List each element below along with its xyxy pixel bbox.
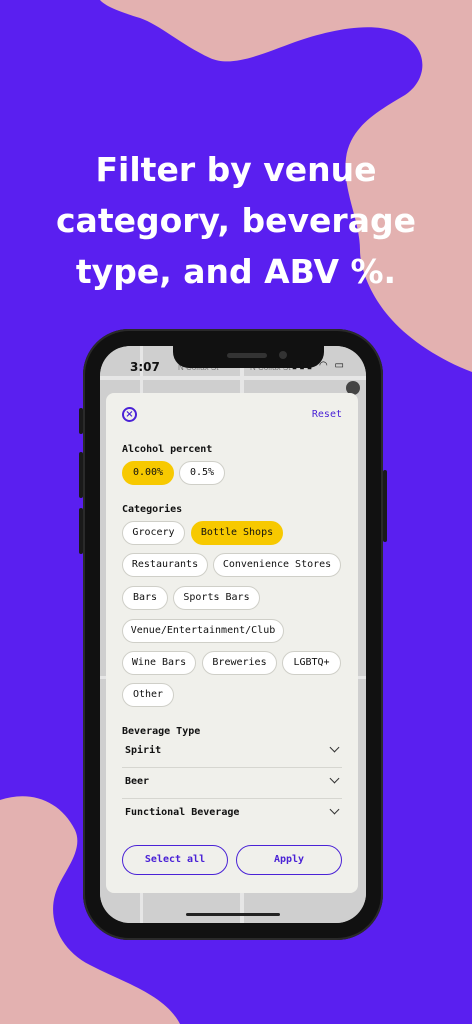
notch-camera: [279, 351, 287, 359]
alcohol-percent-title: Alcohol percent: [122, 444, 213, 455]
phone-frame: N Colfax St N Colfax St 3:07 ▮▮▮ ◠ ▭ × R…: [83, 329, 383, 940]
accordion-beer[interactable]: Beer: [122, 768, 342, 799]
chip-category-breweries[interactable]: Breweries: [202, 651, 277, 675]
categories-title: Categories: [122, 504, 183, 515]
chip-category-wine-bars[interactable]: Wine Bars: [122, 651, 196, 675]
status-time: 3:07: [130, 360, 160, 374]
accordion-functional-beverage[interactable]: Functional Beverage: [122, 799, 342, 829]
status-signal-wifi-battery-icon: ▮▮▮ ◠ ▭: [291, 360, 346, 371]
apply-button[interactable]: Apply: [236, 845, 342, 875]
chevron-down-icon: [329, 742, 340, 753]
accordion-label: Spirit: [125, 745, 162, 756]
accordion-spirit[interactable]: Spirit: [122, 737, 342, 768]
headline-line-2: category, beverage: [56, 201, 416, 240]
chip-category-grocery[interactable]: Grocery: [122, 521, 185, 545]
chip-category-bottle-shops[interactable]: Bottle Shops: [191, 521, 283, 545]
close-icon[interactable]: ×: [122, 407, 137, 422]
headline-line-3: type, and ABV %.: [75, 252, 397, 291]
chip-category-convenience-stores[interactable]: Convenience Stores: [213, 553, 341, 577]
filter-panel: × Reset Alcohol percent 0.00% 0.5% Categ…: [106, 393, 358, 893]
chip-category-bars[interactable]: Bars: [122, 586, 168, 610]
chip-category-restaurants[interactable]: Restaurants: [122, 553, 208, 577]
home-indicator[interactable]: [186, 913, 280, 916]
headline-line-1: Filter by venue: [95, 150, 377, 189]
chip-category-lgbtq[interactable]: LGBTQ+: [282, 651, 341, 675]
chevron-down-icon: [329, 804, 340, 815]
phone-screen: N Colfax St N Colfax St 3:07 ▮▮▮ ◠ ▭ × R…: [100, 346, 366, 923]
chevron-down-icon: [329, 773, 340, 784]
reset-button[interactable]: Reset: [312, 409, 342, 420]
accordion-label: Functional Beverage: [125, 807, 240, 818]
chip-alcohol-0-5[interactable]: 0.5%: [179, 461, 225, 485]
chip-category-venue-entertainment-club[interactable]: Venue/Entertainment/Club: [122, 619, 284, 643]
phone-side-button-power: [383, 470, 387, 542]
chip-alcohol-0-00[interactable]: 0.00%: [122, 461, 174, 485]
headline: Filter by venue category, beverage type,…: [0, 144, 472, 297]
accordion-label: Beer: [125, 776, 150, 787]
notch-speaker: [227, 353, 267, 358]
chip-category-sports-bars[interactable]: Sports Bars: [173, 586, 260, 610]
beverage-type-title: Beverage Type: [122, 726, 201, 737]
select-all-button[interactable]: Select all: [122, 845, 228, 875]
chip-category-other[interactable]: Other: [122, 683, 174, 707]
